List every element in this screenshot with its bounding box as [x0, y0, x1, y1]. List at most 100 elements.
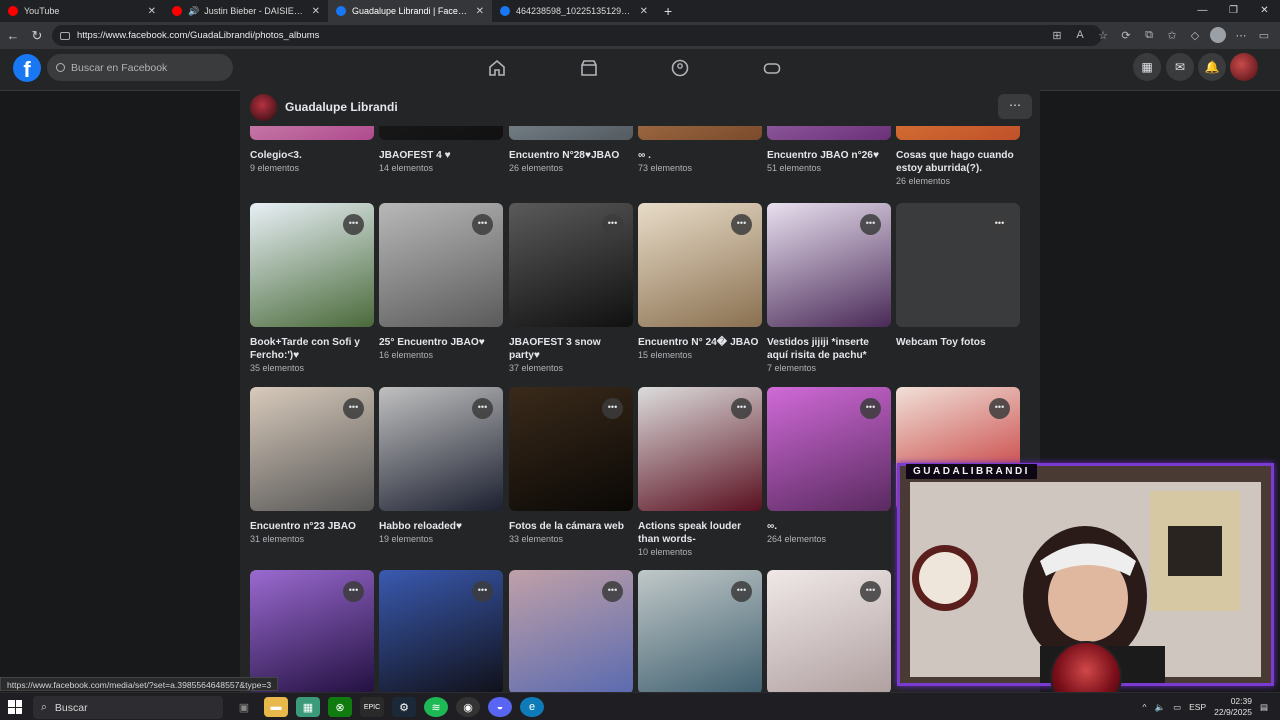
steam-icon[interactable]: ⚙ [392, 697, 416, 717]
album-title[interactable]: Vestidos jijiji *inserte aquí risita de … [767, 336, 891, 362]
facebook-logo-icon[interactable]: f [13, 54, 41, 82]
album-more-options-icon[interactable]: ••• [731, 214, 752, 235]
app-icon[interactable]: ⊞ [1049, 29, 1065, 42]
taskbar-search-input[interactable]: ⌕ Buscar [33, 696, 223, 719]
album-card[interactable]: ••• 25° Encuentro JBAO♥ 16 elementos [379, 203, 503, 360]
album-thumbnail[interactable]: ••• [250, 387, 374, 511]
menu-grid-icon[interactable]: ▦ [1133, 53, 1161, 81]
album-thumbnail[interactable]: ••• [767, 570, 891, 692]
album-more-options-icon[interactable]: ••• [343, 214, 364, 235]
profile-avatar[interactable] [250, 94, 277, 121]
facebook-search-input[interactable]: Buscar en Facebook [47, 54, 233, 81]
album-title[interactable]: JBAOFEST 3 snow party♥ [509, 336, 633, 362]
album-more-options-icon[interactable]: ••• [472, 581, 493, 602]
album-card[interactable]: ••• Actions speak louder than words- 10 el… [638, 387, 762, 557]
album-thumbnail[interactable]: ••• [896, 203, 1020, 327]
album-card[interactable]: ••• [250, 570, 374, 692]
windows-start-icon[interactable] [8, 700, 22, 714]
album-thumbnail[interactable]: ••• [379, 203, 503, 327]
album-thumbnail[interactable]: ••• [379, 126, 503, 140]
more-options-button[interactable]: ⋯ [998, 94, 1032, 119]
album-more-options-icon[interactable]: ••• [602, 581, 623, 602]
album-title[interactable]: Colegio<3. [250, 149, 374, 162]
album-thumbnail[interactable]: ••• [638, 126, 762, 140]
album-thumbnail[interactable]: ••• [379, 387, 503, 511]
album-card[interactable]: ••• Encuentro JBAO n°26♥51 elementos [767, 126, 891, 173]
discord-icon[interactable]: ◒ [488, 697, 512, 717]
spotify-icon[interactable]: ≋ [424, 697, 448, 717]
app-icon[interactable]: ▦ [296, 697, 320, 717]
volume-icon[interactable]: 🔈 [1155, 702, 1166, 713]
album-card[interactable]: ••• Cosas que hago cuando estoy aburrida(… [896, 126, 1020, 186]
album-title[interactable]: Encuentro n°23 JBAO [250, 520, 374, 533]
album-card[interactable]: ••• Book+Tarde con Sofi y Fercho:')♥ 35 el… [250, 203, 374, 373]
album-title[interactable]: ∞. [767, 520, 891, 533]
album-card[interactable]: ••• Vestidos jijiji *inserte aquí risita … [767, 203, 891, 373]
album-more-options-icon[interactable]: ••• [731, 398, 752, 419]
album-card[interactable]: ••• ∞. 264 elementos [767, 387, 891, 544]
epic-games-icon[interactable]: EPIC [360, 697, 384, 717]
album-thumbnail[interactable]: ••• [896, 126, 1020, 140]
account-avatar[interactable] [1230, 53, 1258, 81]
network-icon[interactable]: ▭ [1173, 702, 1181, 713]
album-thumbnail[interactable]: ••• [250, 203, 374, 327]
album-thumbnail[interactable]: ••• [509, 387, 633, 511]
album-card[interactable]: ••• JBAOFEST 4 ♥14 elementos [379, 126, 503, 173]
minimize-icon[interactable]: — [1187, 0, 1218, 22]
album-more-options-icon[interactable]: ••• [343, 581, 364, 602]
album-card[interactable]: ••• Encuentro n°23 JBAO 31 elementos [250, 387, 374, 544]
tab-youtube[interactable]: YouTube ✕ [0, 0, 164, 22]
album-card[interactable]: ••• [767, 570, 891, 692]
album-card[interactable]: ••• Colegio<3.9 elementos [250, 126, 374, 173]
album-thumbnail[interactable]: ••• [379, 570, 503, 692]
album-more-options-icon[interactable]: ••• [602, 214, 623, 235]
close-tab-icon[interactable]: ✕ [312, 6, 320, 17]
album-thumbnail[interactable]: ••• [509, 126, 633, 140]
album-card[interactable]: ••• Encuentro N°28♥JBAO26 elementos [509, 126, 633, 173]
album-thumbnail[interactable]: ••• [509, 570, 633, 692]
album-thumbnail[interactable]: ••• [767, 203, 891, 327]
album-card[interactable]: ••• [509, 570, 633, 692]
shield-icon[interactable]: ◇ [1187, 29, 1203, 42]
album-card[interactable]: ••• Habbo reloaded♥ 19 elementos [379, 387, 503, 544]
album-more-options-icon[interactable]: ••• [343, 398, 364, 419]
more-menu-icon[interactable]: ⋯ [1233, 29, 1249, 42]
edge-icon[interactable]: e [520, 697, 544, 717]
album-card[interactable]: ••• [638, 570, 762, 692]
notifications-icon[interactable]: 🔔 [1198, 53, 1226, 81]
tab-facebook-active[interactable]: Guadalupe Librandi | Facebook ✕ [328, 0, 492, 22]
album-card[interactable]: ••• [379, 570, 503, 692]
album-thumbnail[interactable]: ••• [638, 570, 762, 692]
album-title[interactable]: Habbo reloaded♥ [379, 520, 503, 533]
sidebar-icon[interactable]: ▭ [1256, 29, 1272, 42]
album-title[interactable]: Book+Tarde con Sofi y Fercho:')♥ [250, 336, 374, 362]
album-card[interactable]: ••• Fotos de la cámara web 33 elementos [509, 387, 633, 544]
album-title[interactable]: Encuentro JBAO n°26♥ [767, 149, 891, 162]
favorite-star-icon[interactable]: ☆ [1095, 29, 1111, 42]
chevron-up-icon[interactable]: ^ [1143, 702, 1147, 712]
language-indicator[interactable]: ESP [1189, 702, 1206, 712]
album-title[interactable]: ∞ . [638, 149, 762, 162]
album-title[interactable]: Actions speak louder than words- [638, 520, 762, 546]
album-title[interactable]: Fotos de la cámara web [509, 520, 633, 533]
tab-justin-bieber[interactable]: 🔊Justin Bieber - DAISIES (Aud✕ [164, 0, 328, 22]
album-more-options-icon[interactable]: ••• [860, 398, 881, 419]
album-thumbnail[interactable]: ••• [509, 203, 633, 327]
speaker-icon[interactable]: 🔊 [188, 6, 199, 17]
album-title[interactable]: JBAOFEST 4 ♥ [379, 149, 503, 162]
groups-icon[interactable] [671, 59, 689, 77]
close-tab-icon[interactable]: ✕ [640, 6, 648, 17]
favorites-icon[interactable]: ✩ [1164, 29, 1180, 42]
new-tab-button[interactable]: + [656, 3, 680, 19]
album-thumbnail[interactable]: ••• [250, 126, 374, 140]
album-thumbnail[interactable]: ••• [638, 387, 762, 511]
album-more-options-icon[interactable]: ••• [602, 398, 623, 419]
album-thumbnail[interactable]: ••• [767, 387, 891, 511]
extension-icon[interactable]: ⧉ [1141, 29, 1157, 42]
url-field[interactable]: https://www.facebook.com/GuadaLibrandi/p… [52, 25, 1102, 46]
album-title[interactable]: Encuentro N° 24� JBAO [638, 336, 762, 349]
album-more-options-icon[interactable]: ••• [860, 214, 881, 235]
browser-profile-avatar[interactable] [1210, 27, 1226, 43]
messenger-icon[interactable]: ✉ [1166, 53, 1194, 81]
profile-name[interactable]: Guadalupe Librandi [285, 100, 398, 114]
